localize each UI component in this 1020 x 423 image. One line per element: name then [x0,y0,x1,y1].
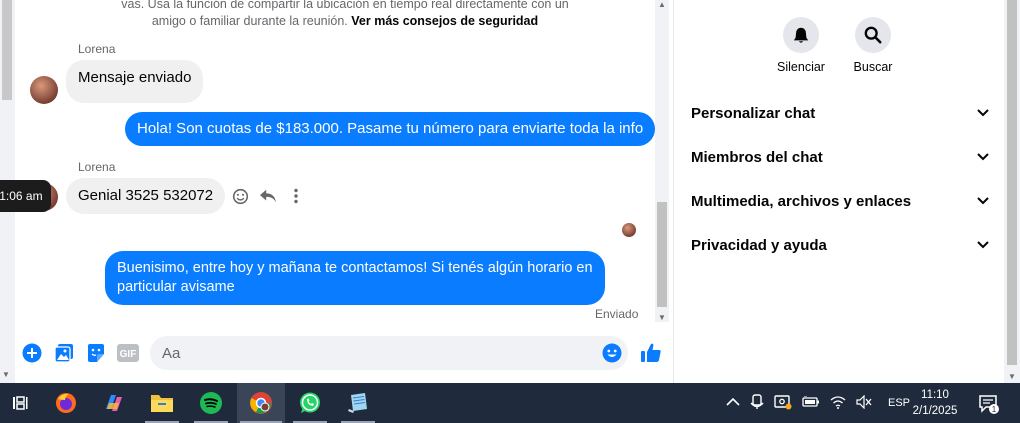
scroll-up-arrow[interactable]: ▲ [658,0,666,9]
safety-notice-line2: amigo o familiar durante la reunión. [151,14,348,28]
left-scrollbar-thumb[interactable] [2,0,12,100]
seen-avatar [622,223,636,237]
file-explorer-icon[interactable] [142,383,182,423]
delivery-status: Enviado [595,307,639,321]
gif-label: GIF [120,349,137,360]
search-action[interactable]: Buscar [838,17,908,74]
firefox-icon[interactable] [46,383,86,423]
clock-time: 11:10 [921,389,949,401]
whatsapp-icon[interactable] [290,383,330,423]
system-clock[interactable]: 11:10 2/1/2025 [900,387,970,419]
chat-scrollbar[interactable]: ▲ ▼ [655,0,669,322]
scroll-down-arrow[interactable]: ▼ [1008,372,1016,381]
sticker-icon[interactable] [86,343,106,363]
section-title: Miembros del chat [691,148,823,166]
mute-label: Silenciar [777,60,825,74]
chat-info-panel: Silenciar Buscar Personalizar chat Miemb… [674,0,1004,383]
spotify-icon[interactable] [191,383,231,423]
section-privacy-help[interactable]: Privacidad y ayuda [691,233,989,257]
message-composer: GIF [15,330,675,378]
volume-muted-icon[interactable] [856,394,872,412]
wifi-icon[interactable] [830,395,846,412]
safety-notice-line1: vas. Usa la función de compartir la ubic… [121,0,569,11]
gif-icon[interactable]: GIF [117,343,139,363]
incoming-message[interactable]: Mensaje enviado [66,60,204,103]
battery-icon[interactable] [802,395,820,411]
task-view-icon[interactable] [0,383,40,423]
message-input-box[interactable] [150,336,628,370]
avatar[interactable] [30,76,58,104]
notification-count: 1 [992,405,997,414]
search-icon[interactable] [855,17,891,53]
chevron-down-icon [977,104,989,122]
chevron-down-icon [977,192,989,210]
photo-icon[interactable] [54,343,74,363]
section-title: Personalizar chat [691,104,816,122]
more-options-icon[interactable] [287,187,305,205]
section-chat-members[interactable]: Miembros del chat [691,145,989,169]
chevron-down-icon [977,236,989,254]
panel-scrollbar-thumb[interactable] [1007,0,1017,365]
clock-date: 2/1/2025 [912,405,958,417]
section-title: Privacidad y ayuda [691,236,827,254]
message-line: particular avisame [117,279,235,295]
like-icon[interactable] [640,342,662,364]
left-scroll-down-arrow[interactable]: ▼ [2,370,10,379]
safety-tips-link[interactable]: Ver más consejos de seguridad [351,14,538,28]
chat-scrollbar-thumb[interactable] [657,202,667,307]
sender-name: Lorena [78,42,116,56]
panel-scrollbar[interactable]: ▼ [1004,0,1020,383]
message-line: Buenisimo, entre hoy y mañana te contact… [117,260,593,276]
scroll-down-arrow[interactable]: ▼ [658,313,666,322]
chrome-icon[interactable] [237,383,285,423]
search-label: Buscar [853,60,893,74]
chevron-up-icon[interactable] [726,397,740,410]
message-actions [231,187,305,205]
reply-icon[interactable] [259,187,277,205]
react-icon[interactable] [231,187,249,205]
message-time-tooltip: 11:06 am [0,180,51,212]
mute-action[interactable]: Silenciar [766,17,836,74]
notifications-icon[interactable]: 1 [978,393,1000,415]
screen-capture-icon[interactable] [774,394,792,413]
taskbar: ESP 11:10 2/1/2025 1 [0,383,1020,423]
safety-notice: vas. Usa la función de compartir la ubic… [85,0,605,30]
sender-name: Lorena [78,160,116,174]
message-input[interactable] [150,336,570,370]
plus-icon[interactable] [22,343,42,363]
chat-thread: vas. Usa la función de compartir la ubic… [15,0,656,383]
emoji-icon[interactable] [602,343,622,363]
notepad-icon[interactable] [338,383,378,423]
chevron-down-icon [977,148,989,166]
incoming-message[interactable]: Genial 3525 532072 [66,178,226,214]
copilot-icon[interactable] [94,383,134,423]
section-customize-chat[interactable]: Personalizar chat [691,101,989,125]
bell-icon[interactable] [783,17,819,53]
outgoing-message[interactable]: Buenisimo, entre hoy y mañana te contact… [105,251,605,305]
meet-now-icon[interactable] [750,393,764,413]
system-tray: ESP [726,383,910,423]
outgoing-message[interactable]: Hola! Son cuotas de $183.000. Pasame tu … [125,112,656,146]
section-media-files-links[interactable]: Multimedia, archivos y enlaces [691,189,989,213]
section-title: Multimedia, archivos y enlaces [691,192,912,210]
